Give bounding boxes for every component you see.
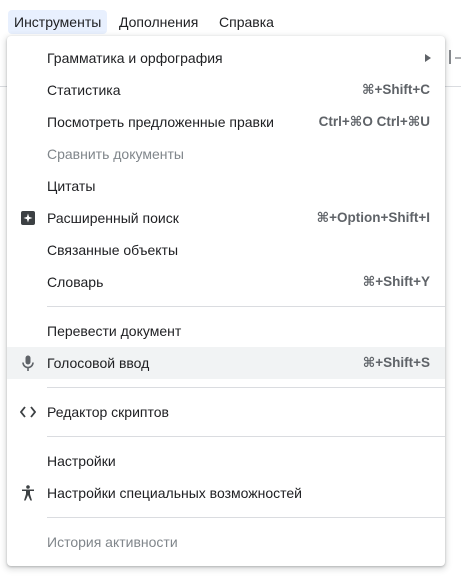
accessibility-icon xyxy=(19,484,37,502)
menu-item-shortcut: ⌘+Shift+Y xyxy=(362,274,430,289)
menu-item-label: Перевести документ xyxy=(47,323,182,339)
tools-dropdown-menu: Грамматика и орфография Статистика ⌘+Shi… xyxy=(7,36,445,566)
menu-item-grammar-spelling[interactable]: Грамматика и орфография xyxy=(7,42,445,74)
menu-item-compare-documents: Сравнить документы xyxy=(7,138,445,170)
background-toolbar-edge xyxy=(447,44,461,84)
menu-item-label: Статистика xyxy=(47,82,121,98)
menu-item-word-count[interactable]: Статистика ⌘+Shift+C xyxy=(7,74,445,106)
menu-item-script-editor[interactable]: Редактор скриптов xyxy=(7,396,445,428)
menu-item-label: Настройки специальных возможностей xyxy=(47,485,303,501)
code-brackets-icon xyxy=(19,403,37,421)
menu-tools[interactable]: Инструменты xyxy=(8,10,108,34)
menu-item-label: История активности xyxy=(47,534,178,550)
menu-item-activity-dashboard: История активности xyxy=(7,526,445,558)
menu-item-label: Связанные объекты xyxy=(47,242,179,258)
menu-item-label: Расширенный поиск xyxy=(47,210,179,226)
menu-item-shortcut: ⌘+Option+Shift+I xyxy=(316,210,430,225)
menu-separator xyxy=(47,387,445,388)
menu-item-label: Посмотреть предложенные правки xyxy=(47,114,274,130)
menu-item-translate-document[interactable]: Перевести документ xyxy=(7,315,445,347)
menu-item-preferences[interactable]: Настройки xyxy=(7,445,445,477)
menu-item-label: Цитаты xyxy=(47,178,96,194)
menu-item-explore[interactable]: Расширенный поиск ⌘+Option+Shift+I xyxy=(7,202,445,234)
microphone-icon xyxy=(19,354,37,372)
menu-item-shortcut: Ctrl+⌘O Ctrl+⌘U xyxy=(318,114,430,129)
menu-item-label: Словарь xyxy=(47,274,104,290)
menu-separator xyxy=(47,306,445,307)
menu-item-voice-typing[interactable]: Голосовой ввод ⌘+Shift+S xyxy=(7,347,445,379)
menu-item-label: Грамматика и орфография xyxy=(47,50,223,66)
submenu-arrow-icon xyxy=(425,54,431,62)
menu-separator xyxy=(47,517,445,518)
menu-separator xyxy=(47,436,445,437)
menu-item-linked-objects[interactable]: Связанные объекты xyxy=(7,234,445,266)
menu-item-review-suggested-edits[interactable]: Посмотреть предложенные правки Ctrl+⌘O C… xyxy=(7,106,445,138)
menu-item-label: Сравнить документы xyxy=(47,146,184,162)
menu-item-label: Редактор скриптов xyxy=(47,404,169,420)
explore-sparkle-icon xyxy=(19,209,37,227)
menu-addons[interactable]: Дополнения xyxy=(113,10,204,34)
menu-item-label: Настройки xyxy=(47,453,116,469)
menu-item-dictionary[interactable]: Словарь ⌘+Shift+Y xyxy=(7,266,445,298)
menu-item-citations[interactable]: Цитаты xyxy=(7,170,445,202)
menu-help[interactable]: Справка xyxy=(213,10,280,34)
menu-item-accessibility-settings[interactable]: Настройки специальных возможностей xyxy=(7,477,445,509)
menu-item-shortcut: ⌘+Shift+S xyxy=(362,355,430,370)
menu-item-label: Голосовой ввод xyxy=(47,355,150,371)
menu-bar: Инструменты Дополнения Справка xyxy=(0,0,461,38)
menu-item-shortcut: ⌘+Shift+C xyxy=(361,82,430,97)
